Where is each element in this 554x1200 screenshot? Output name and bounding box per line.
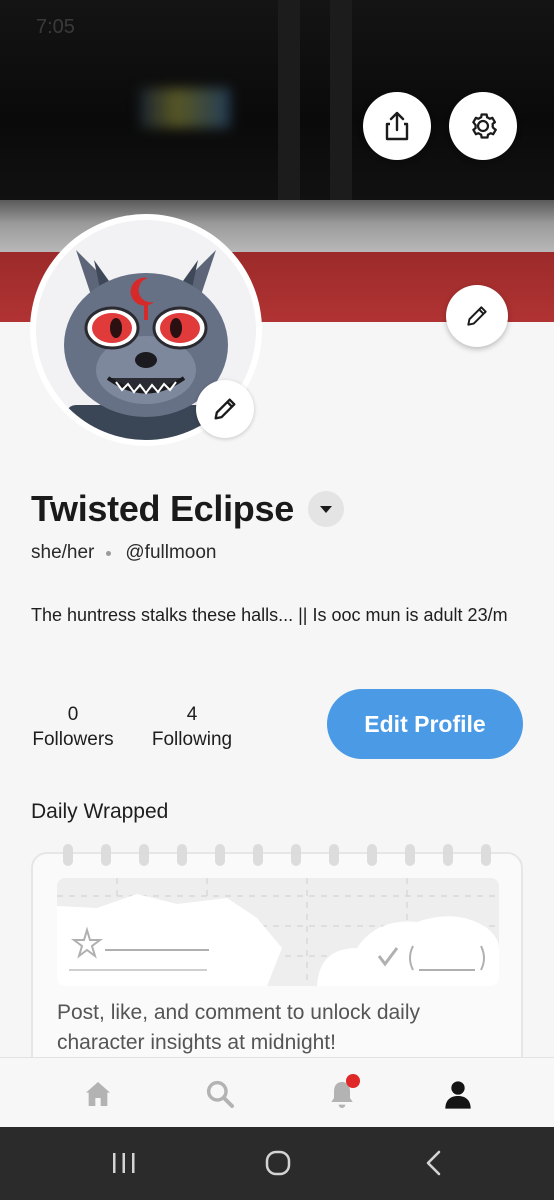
share-icon	[385, 111, 409, 141]
profile-meta: she/her @fullmoon	[31, 542, 216, 564]
system-nav-bar	[0, 1127, 554, 1200]
binder-ring	[139, 844, 149, 866]
bottom-nav	[0, 1057, 554, 1127]
daily-wrapped-illustration	[57, 878, 499, 986]
nav-profile[interactable]	[436, 1072, 480, 1116]
search-icon	[206, 1080, 234, 1108]
back-icon	[426, 1150, 441, 1176]
binder-ring	[291, 844, 301, 866]
profile-bio: The huntress stalks these halls... || Is…	[31, 605, 508, 625]
home-icon	[86, 1082, 110, 1106]
edit-avatar-button[interactable]	[196, 380, 254, 438]
edit-banner-button[interactable]	[446, 285, 508, 347]
edit-profile-button[interactable]: Edit Profile	[327, 689, 523, 759]
binder-ring	[329, 844, 339, 866]
person-icon	[445, 1081, 471, 1109]
handle: @fullmoon	[125, 542, 217, 563]
back-button[interactable]	[414, 1145, 454, 1181]
daily-wrapped-message: Post, like, and comment to unlock daily …	[57, 1001, 421, 1054]
binder-ring	[443, 844, 453, 866]
followers-count: 0	[67, 704, 79, 725]
recent-apps-button[interactable]	[104, 1145, 144, 1181]
following-stat[interactable]: 4 Following	[150, 702, 234, 752]
gear-icon	[472, 113, 497, 139]
settings-button[interactable]	[449, 92, 517, 160]
share-button[interactable]	[363, 92, 431, 160]
binder-ring	[481, 844, 491, 866]
daily-wrapped-title: Daily Wrapped	[31, 800, 169, 823]
following-count: 4	[186, 704, 198, 725]
recent-apps-icon	[113, 1153, 135, 1173]
binder-ring	[253, 844, 263, 866]
daily-wrapped-card[interactable]: Post, like, and comment to unlock daily …	[31, 844, 523, 1092]
nav-search[interactable]	[198, 1072, 242, 1116]
pencil-icon	[214, 398, 236, 420]
binder-ring	[177, 844, 187, 866]
binder-ring	[101, 844, 111, 866]
home-nav-button[interactable]	[258, 1145, 298, 1181]
pencil-icon	[467, 306, 487, 326]
binder-ring	[215, 844, 225, 866]
profile-name: Twisted Eclipse	[31, 488, 294, 529]
binder-ring	[405, 844, 415, 866]
caret-down-icon	[319, 505, 332, 513]
following-label: Following	[151, 729, 233, 750]
pronouns: she/her	[31, 542, 95, 563]
profile-name-row: Twisted Eclipse	[31, 488, 344, 530]
home-circle-icon	[265, 1150, 291, 1176]
status-time: 7:05	[36, 16, 75, 38]
notification-badge	[346, 1074, 360, 1088]
nav-home[interactable]	[76, 1072, 120, 1116]
followers-stat[interactable]: 0 Followers	[31, 702, 115, 752]
followers-label: Followers	[32, 729, 114, 750]
separator-dot	[106, 550, 112, 556]
binder-ring	[367, 844, 377, 866]
character-switcher-button[interactable]	[307, 491, 344, 527]
nav-notifications[interactable]	[320, 1072, 364, 1116]
binder-ring	[63, 844, 73, 866]
